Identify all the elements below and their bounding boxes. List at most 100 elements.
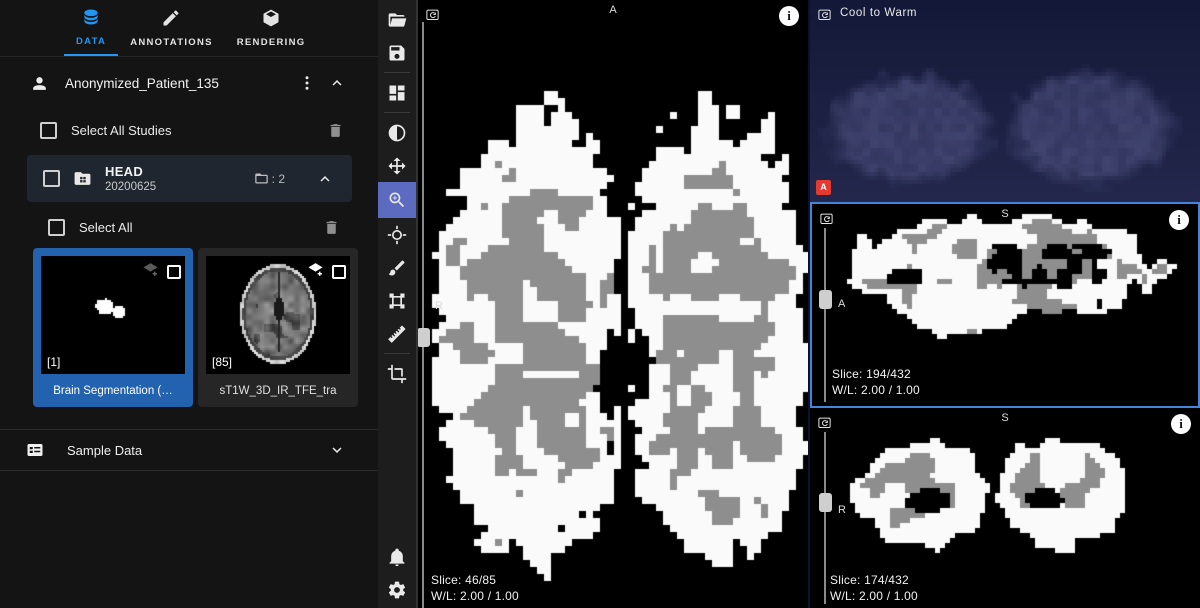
axis-badge-anterior: A bbox=[816, 180, 831, 195]
notifications-button[interactable] bbox=[378, 540, 416, 573]
crosshairs-icon bbox=[387, 225, 407, 245]
slice-slider[interactable] bbox=[422, 22, 424, 608]
camera-reset-icon bbox=[425, 7, 440, 22]
magnify-plus-icon bbox=[387, 190, 407, 210]
kebab-icon bbox=[298, 74, 316, 92]
slice-number: Slice: 174/432 bbox=[830, 572, 918, 588]
crosshairs-button[interactable] bbox=[378, 218, 416, 251]
slice-slider-handle[interactable] bbox=[417, 328, 430, 347]
tab-annotations-label: ANNOTATIONS bbox=[130, 37, 213, 48]
info-button[interactable]: i bbox=[1171, 414, 1191, 434]
slice-slider[interactable] bbox=[824, 432, 826, 604]
frame-count: [1] bbox=[47, 355, 60, 369]
module-tabs: DATA ANNOTATIONS RENDERING bbox=[0, 0, 378, 57]
study-folder-icon bbox=[73, 169, 92, 188]
add-layer-icon[interactable] bbox=[142, 261, 159, 283]
window-level-button[interactable] bbox=[378, 116, 416, 149]
info-button[interactable]: i bbox=[779, 6, 799, 26]
series-checkbox[interactable] bbox=[167, 265, 181, 279]
save-icon bbox=[387, 43, 407, 63]
study-meta: HEAD 20200625 bbox=[105, 164, 241, 193]
volume-rendering-image[interactable] bbox=[810, 0, 1200, 202]
rectangle-tool-button[interactable] bbox=[378, 284, 416, 317]
folder-open-icon bbox=[387, 10, 407, 30]
sagittal-view[interactable]: S i A Slice: 194/432 W/L: 2.00 / 1.00 bbox=[810, 202, 1200, 408]
sample-data-expand-button[interactable] bbox=[324, 437, 350, 463]
slice-slider-handle[interactable] bbox=[819, 493, 832, 512]
delete-series-button[interactable] bbox=[319, 215, 344, 240]
mri-thumbnail[interactable]: [85] bbox=[206, 256, 350, 374]
trash-icon bbox=[323, 219, 340, 236]
segmentation-thumbnail[interactable]: [1] bbox=[41, 256, 185, 374]
patient-menu-button[interactable] bbox=[294, 70, 320, 96]
slice-slider-handle[interactable] bbox=[819, 290, 832, 309]
camera-reset-icon bbox=[817, 7, 832, 22]
slice-readout: Slice: 46/85 W/L: 2.00 / 1.00 bbox=[431, 572, 519, 604]
tab-rendering-label: RENDERING bbox=[237, 37, 306, 48]
gear-icon bbox=[387, 580, 407, 600]
slice-slider[interactable] bbox=[824, 228, 826, 402]
cube-icon bbox=[261, 8, 281, 33]
select-all-studies-label: Select All Studies bbox=[71, 123, 309, 138]
bell-icon bbox=[387, 547, 407, 567]
study-collapse-button[interactable] bbox=[312, 166, 338, 192]
chevron-down-icon bbox=[328, 441, 346, 459]
ruler-button[interactable] bbox=[378, 317, 416, 350]
orientation-label-right: R bbox=[838, 504, 846, 516]
select-all-studies-row: Select All Studies bbox=[0, 109, 378, 151]
delete-studies-button[interactable] bbox=[323, 118, 348, 143]
add-layer-icon[interactable] bbox=[307, 261, 324, 283]
axial-slice-image[interactable] bbox=[418, 0, 808, 608]
tab-annotations[interactable]: ANNOTATIONS bbox=[118, 0, 225, 56]
select-all-studies-checkbox[interactable] bbox=[40, 122, 57, 139]
settings-button[interactable] bbox=[378, 573, 416, 606]
pan-button[interactable] bbox=[378, 149, 416, 182]
window-level: W/L: 2.00 / 1.00 bbox=[832, 382, 920, 398]
orientation-label-superior: S bbox=[812, 208, 1198, 220]
tab-data[interactable]: DATA bbox=[64, 0, 118, 56]
toolbar-divider bbox=[384, 72, 410, 73]
series-checkbox[interactable] bbox=[332, 265, 346, 279]
patient-collapse-button[interactable] bbox=[324, 70, 350, 96]
orientation-label-right: R bbox=[435, 300, 443, 312]
tab-rendering[interactable]: RENDERING bbox=[225, 0, 318, 56]
person-icon bbox=[30, 74, 49, 93]
series-tiles: [1] Brain Segmentation (… [85] sT1W_3D_I… bbox=[33, 248, 378, 407]
orientation-label-superior: S bbox=[810, 412, 1200, 424]
patient-header[interactable]: Anonymized_Patient_135 bbox=[0, 57, 378, 109]
orientation-label-anterior: A bbox=[838, 298, 845, 310]
sample-data-label: Sample Data bbox=[67, 443, 314, 458]
crop-button[interactable] bbox=[378, 357, 416, 390]
layouts-button[interactable] bbox=[378, 76, 416, 109]
study-checkbox[interactable] bbox=[43, 170, 60, 187]
series-tile-segmentation[interactable]: [1] Brain Segmentation (… bbox=[33, 248, 193, 407]
select-all-series-label: Select All bbox=[79, 220, 305, 235]
save-session-button[interactable] bbox=[378, 36, 416, 69]
crop-icon bbox=[387, 364, 407, 384]
ruler-icon bbox=[387, 324, 407, 344]
camera-reset-icon bbox=[819, 211, 834, 226]
reset-camera-button[interactable] bbox=[815, 413, 834, 435]
zoom-tool-button[interactable] bbox=[378, 182, 416, 218]
series-caption: sT1W_3D_IR_TFE_tra bbox=[198, 374, 358, 407]
coronal-view[interactable]: S i R Slice: 174/432 W/L: 2.00 / 1.00 bbox=[810, 408, 1200, 608]
sample-data-row[interactable]: Sample Data bbox=[0, 430, 378, 470]
contrast-icon bbox=[387, 123, 407, 143]
series-tile-t1w[interactable]: [85] sT1W_3D_IR_TFE_tra bbox=[198, 248, 358, 407]
patient-name: Anonymized_Patient_135 bbox=[65, 76, 290, 91]
info-button[interactable]: i bbox=[1169, 210, 1189, 230]
reset-camera-button[interactable] bbox=[423, 5, 442, 27]
tab-data-label: DATA bbox=[76, 36, 106, 47]
folder-count-icon bbox=[254, 171, 269, 186]
paint-button[interactable] bbox=[378, 251, 416, 284]
divider bbox=[0, 470, 378, 471]
select-all-series-checkbox[interactable] bbox=[48, 219, 65, 236]
volview-app: DATA ANNOTATIONS RENDERING Anonymized_Pa… bbox=[0, 0, 1200, 608]
axial-view[interactable]: A i R Slice: 46/85 W/L: 2.00 / 1.00 bbox=[416, 0, 808, 608]
reset-camera-button[interactable] bbox=[817, 209, 836, 231]
study-card-head[interactable]: HEAD 20200625 : 2 bbox=[27, 155, 352, 202]
pan-icon bbox=[387, 156, 407, 176]
open-files-button[interactable] bbox=[378, 3, 416, 36]
reset-camera-button[interactable] bbox=[815, 5, 834, 27]
volume-3d-view[interactable]: Cool to Warm A bbox=[810, 0, 1200, 202]
